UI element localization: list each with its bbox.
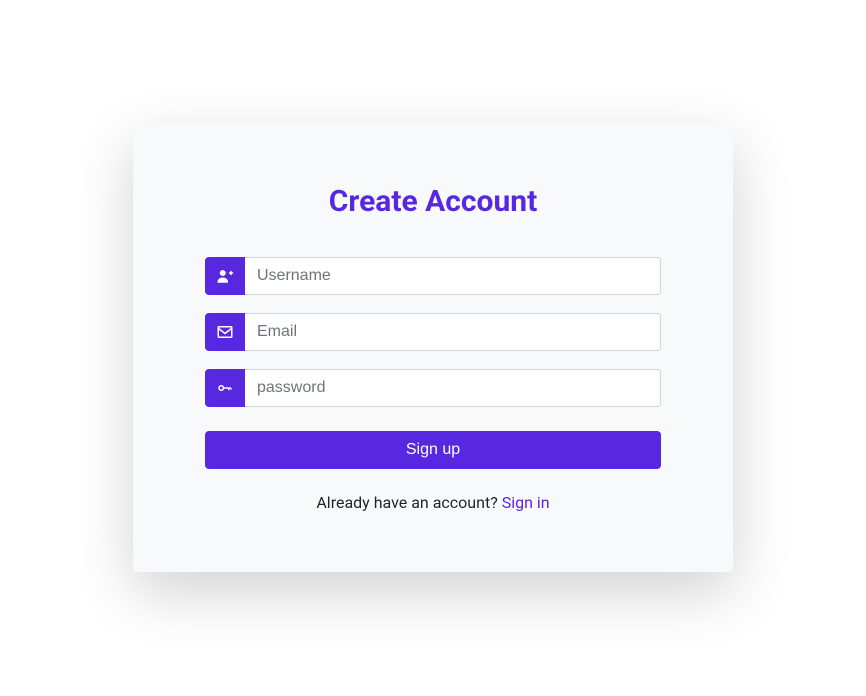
- footer-prompt: Already have an account?: [316, 493, 501, 512]
- password-input[interactable]: [245, 369, 661, 407]
- email-input[interactable]: [245, 313, 661, 351]
- username-group: [205, 257, 661, 295]
- signup-card: Create Account Sign up: [133, 124, 733, 572]
- signin-link[interactable]: Sign in: [502, 493, 550, 512]
- footer-text: Already have an account? Sign in: [205, 493, 661, 512]
- password-group: [205, 369, 661, 407]
- key-icon: [205, 369, 245, 407]
- user-plus-icon: [205, 257, 245, 295]
- page-title: Create Account: [205, 184, 661, 219]
- username-input[interactable]: [245, 257, 661, 295]
- envelope-icon: [205, 313, 245, 351]
- signup-button[interactable]: Sign up: [205, 431, 661, 469]
- email-group: [205, 313, 661, 351]
